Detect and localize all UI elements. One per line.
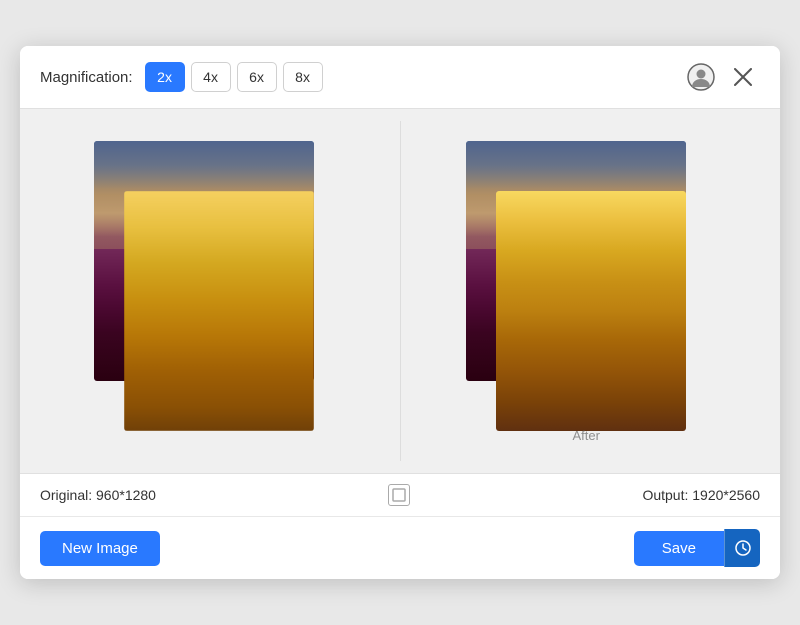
mag-btn-8x[interactable]: 8x	[283, 62, 323, 92]
original-stack	[94, 141, 334, 441]
dialog: Magnification: 2x 4x 6x 8x	[20, 46, 780, 579]
close-icon	[734, 68, 752, 86]
mag-btn-4x[interactable]: 4x	[191, 62, 231, 92]
user-icon-button[interactable]	[684, 60, 718, 94]
header: Magnification: 2x 4x 6x 8x	[20, 46, 780, 109]
mag-btn-2x[interactable]: 2x	[145, 62, 185, 92]
output-dimensions: Output: 1920*2560	[642, 487, 760, 503]
mag-btn-6x[interactable]: 6x	[237, 62, 277, 92]
output-front-image	[496, 191, 686, 431]
info-bar: Original: 960*1280 Output: 1920*2560	[20, 473, 780, 516]
magnification-label: Magnification:	[40, 69, 133, 86]
close-button[interactable]	[726, 60, 760, 94]
image-area: After	[20, 109, 780, 473]
original-front-image	[124, 191, 314, 431]
footer: New Image Save	[20, 516, 780, 579]
user-icon	[687, 63, 715, 91]
original-dimensions: Original: 960*1280	[40, 487, 156, 503]
magnification-buttons: 2x 4x 6x 8x	[145, 62, 323, 92]
after-label: After	[573, 428, 600, 443]
save-button[interactable]: Save	[634, 531, 724, 566]
output-stack	[466, 141, 706, 441]
history-icon	[734, 539, 752, 557]
original-panel	[28, 121, 400, 461]
output-panel: After	[400, 121, 773, 461]
new-image-button[interactable]: New Image	[40, 531, 160, 566]
save-history-button[interactable]	[724, 529, 760, 567]
compare-icon	[392, 488, 406, 502]
save-group: Save	[634, 529, 760, 567]
compare-icon-button[interactable]	[388, 484, 410, 506]
